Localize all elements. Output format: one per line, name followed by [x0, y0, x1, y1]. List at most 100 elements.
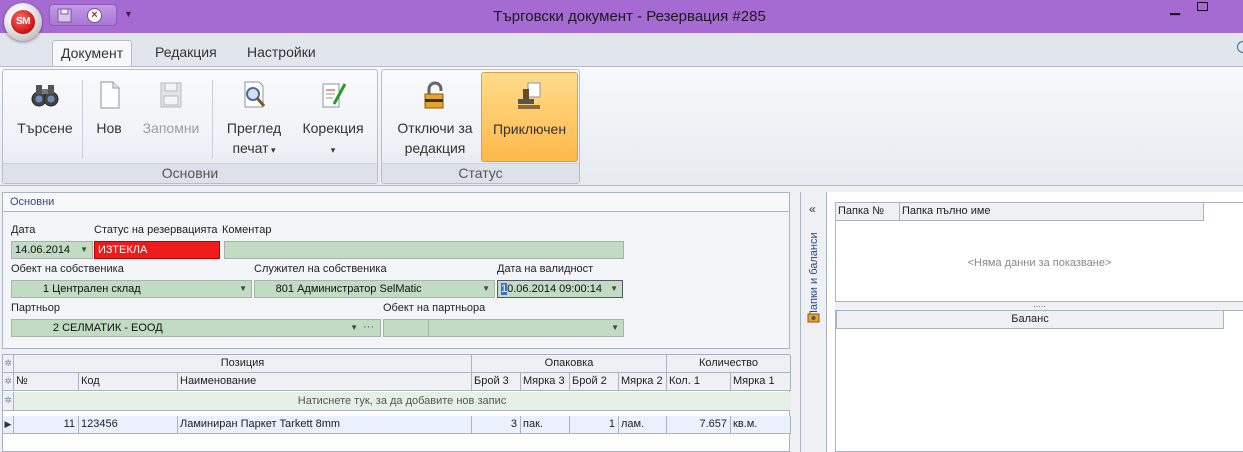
col-balance[interactable]: Баланс — [836, 311, 1224, 329]
owner-employee-field[interactable]: 801 Администратор SelMatic ▼ — [254, 280, 495, 298]
validity-date-label: Дата на валидност — [497, 263, 594, 275]
folders-balances-panel: « Папки и баланси Папка № Папка пълно им… — [800, 192, 1243, 452]
dropdown-arrow-icon[interactable]: ▼ — [350, 320, 358, 336]
cell-unit1[interactable]: кв.м. — [731, 416, 791, 434]
partner-field[interactable]: 2 СЕЛМАТИК - ЕООД ▼ ··· — [11, 319, 381, 337]
col-qty2[interactable]: Брой 2 — [570, 373, 619, 391]
add-new-record-row[interactable]: Натиснете тук, за да добавите нов запис — [14, 392, 790, 411]
owner-employee-label: Служител на собственика — [254, 263, 387, 275]
col-folder-number[interactable]: Папка № — [836, 203, 900, 221]
band-position: Позиция — [14, 355, 472, 373]
unlock-label-1: Отключи за — [397, 120, 473, 136]
help-icon[interactable] — [1237, 41, 1243, 53]
maximize-icon[interactable] — [1197, 2, 1208, 11]
cell-qty3[interactable]: 3 — [472, 416, 521, 434]
band-packaging: Опаковка — [472, 355, 667, 373]
collapse-panel-icon[interactable]: « — [809, 202, 816, 216]
column-chooser-icon[interactable]: ✲ — [3, 373, 14, 391]
comment-field[interactable] — [224, 241, 624, 259]
save-button[interactable]: Запомни — [135, 72, 207, 162]
folders-grid: Папка № Папка пълно име <Няма данни за п… — [835, 202, 1243, 302]
owner-object-number: 1 — [42, 283, 49, 295]
tab-edit[interactable]: Редакция — [147, 40, 225, 67]
tab-settings[interactable]: Настройки — [239, 40, 324, 67]
date-value: 14.06.2014 — [15, 244, 71, 256]
owner-object-label: Обект на собственика — [11, 263, 124, 275]
owner-object-name: Централен склад — [52, 283, 141, 295]
col-qty3[interactable]: Брой 3 — [472, 373, 521, 391]
cell-name[interactable]: Ламиниран Паркет Tarkett 8mm — [178, 416, 472, 434]
completed-label: Приключен — [492, 121, 567, 137]
partner-object-field[interactable]: ▼ — [383, 319, 624, 337]
no-data-message: <Няма данни за показване> — [967, 257, 1112, 269]
dropdown-arrow-icon[interactable]: ▼ — [239, 281, 247, 297]
cell-code[interactable]: 123456 — [79, 416, 178, 434]
save-label: Запомни — [142, 120, 200, 136]
col-unit1[interactable]: Мярка 1 — [731, 373, 791, 391]
reservation-status-value: ИЗТЕКЛА — [98, 244, 148, 256]
folder-balance-icon — [807, 313, 820, 323]
ribbon-tabs: Документ Редакция Настройки — [0, 33, 1243, 67]
dropdown-arrow-icon[interactable]: ▼ — [80, 242, 88, 258]
reservation-status-field: ИЗТЕКЛА — [94, 241, 220, 259]
completed-button[interactable]: Приключен — [481, 72, 578, 162]
binoculars-icon — [31, 85, 59, 107]
app-logo: SM — [11, 10, 35, 34]
grid-corner-icon[interactable]: ✲ — [3, 355, 14, 373]
date-field[interactable]: 14.06.2014 ▼ — [11, 241, 93, 259]
new-button[interactable]: Нов — [87, 72, 131, 162]
splitter-handle[interactable]: ..... — [835, 300, 1243, 310]
partner-label: Партньор — [11, 302, 60, 314]
balance-grid: Баланс — [835, 310, 1243, 452]
minimize-icon[interactable]: ▁ — [1170, 0, 1184, 16]
group-basic-label: Основни — [3, 163, 377, 183]
section-title: Основни — [3, 193, 789, 212]
validity-date-value: 0.06.2014 09:00:14 — [507, 283, 602, 295]
col-number[interactable]: № — [14, 373, 79, 391]
correction-button[interactable]: Корекция ▾ — [295, 72, 371, 162]
title-bar: × ▼ Търговски документ - Резервация #285… — [0, 0, 1243, 33]
positions-grid: ✲ Позиция Опаковка Количество ✲ № Код На… — [2, 354, 791, 452]
validity-date-field[interactable]: 10.06.2014 09:00:14 ▼ — [497, 280, 623, 298]
print-preview-button[interactable]: Преглед печат ▾ — [221, 72, 287, 162]
field-divider — [428, 320, 429, 336]
col-name[interactable]: Наименование — [178, 373, 472, 391]
ribbon-separator — [82, 80, 83, 158]
ribbon: Търсене Нов Запомни Преглед печат ▾ Коре… — [0, 66, 1243, 186]
app-menu-button[interactable]: SM — [4, 3, 42, 41]
window-title: Търговски документ - Резервация #285 — [493, 8, 766, 25]
partner-name: СЕЛМАТИК - ЕООД — [62, 322, 163, 334]
col-folder-full-name[interactable]: Папка пълно име — [900, 203, 1204, 221]
stamp-icon — [517, 82, 540, 109]
owner-object-field[interactable]: 1 Централен склад ▼ — [11, 280, 252, 298]
search-button[interactable]: Търсене — [9, 72, 81, 162]
col-qty1[interactable]: Кол. 1 — [667, 373, 731, 391]
cell-qty1[interactable]: 7.657 — [667, 416, 731, 434]
tab-document[interactable]: Документ — [52, 40, 133, 67]
save-disk-icon — [160, 82, 182, 108]
unlock-edit-button[interactable]: Отключи за редакция — [388, 72, 482, 162]
dropdown-arrow-icon[interactable]: ▼ — [610, 281, 618, 297]
owner-employee-name: Администратор SelMatic — [297, 283, 422, 295]
owner-employee-number: 801 — [275, 283, 294, 295]
col-unit3[interactable]: Мярка 3 — [521, 373, 570, 391]
band-quantity: Количество — [667, 355, 791, 373]
ellipsis-button[interactable]: ··· — [363, 320, 374, 335]
col-code[interactable]: Код — [79, 373, 178, 391]
ribbon-separator — [212, 80, 213, 158]
cell-unit3[interactable]: пак. — [521, 416, 570, 434]
dropdown-arrow-icon: ▾ — [268, 145, 276, 155]
print-preview-icon — [244, 81, 266, 108]
group-status-label: Статус — [382, 163, 579, 183]
cell-number[interactable]: 11 — [14, 416, 79, 434]
col-unit2[interactable]: Мярка 2 — [619, 373, 667, 391]
unlock-label-2: редакция — [404, 140, 466, 156]
cell-unit2[interactable]: лам. — [619, 416, 667, 434]
dropdown-arrow-icon[interactable]: ▼ — [482, 281, 490, 297]
cell-qty2[interactable]: 1 — [570, 416, 619, 434]
print-preview-label-1: Преглед — [226, 120, 282, 136]
comment-label: Коментар — [222, 224, 272, 236]
dropdown-arrow-icon[interactable]: ▼ — [611, 320, 619, 336]
basic-section: Основни Дата 14.06.2014 ▼ Статус на резе… — [2, 192, 790, 349]
panel-vertical-tab[interactable]: « Папки и баланси — [801, 192, 827, 452]
